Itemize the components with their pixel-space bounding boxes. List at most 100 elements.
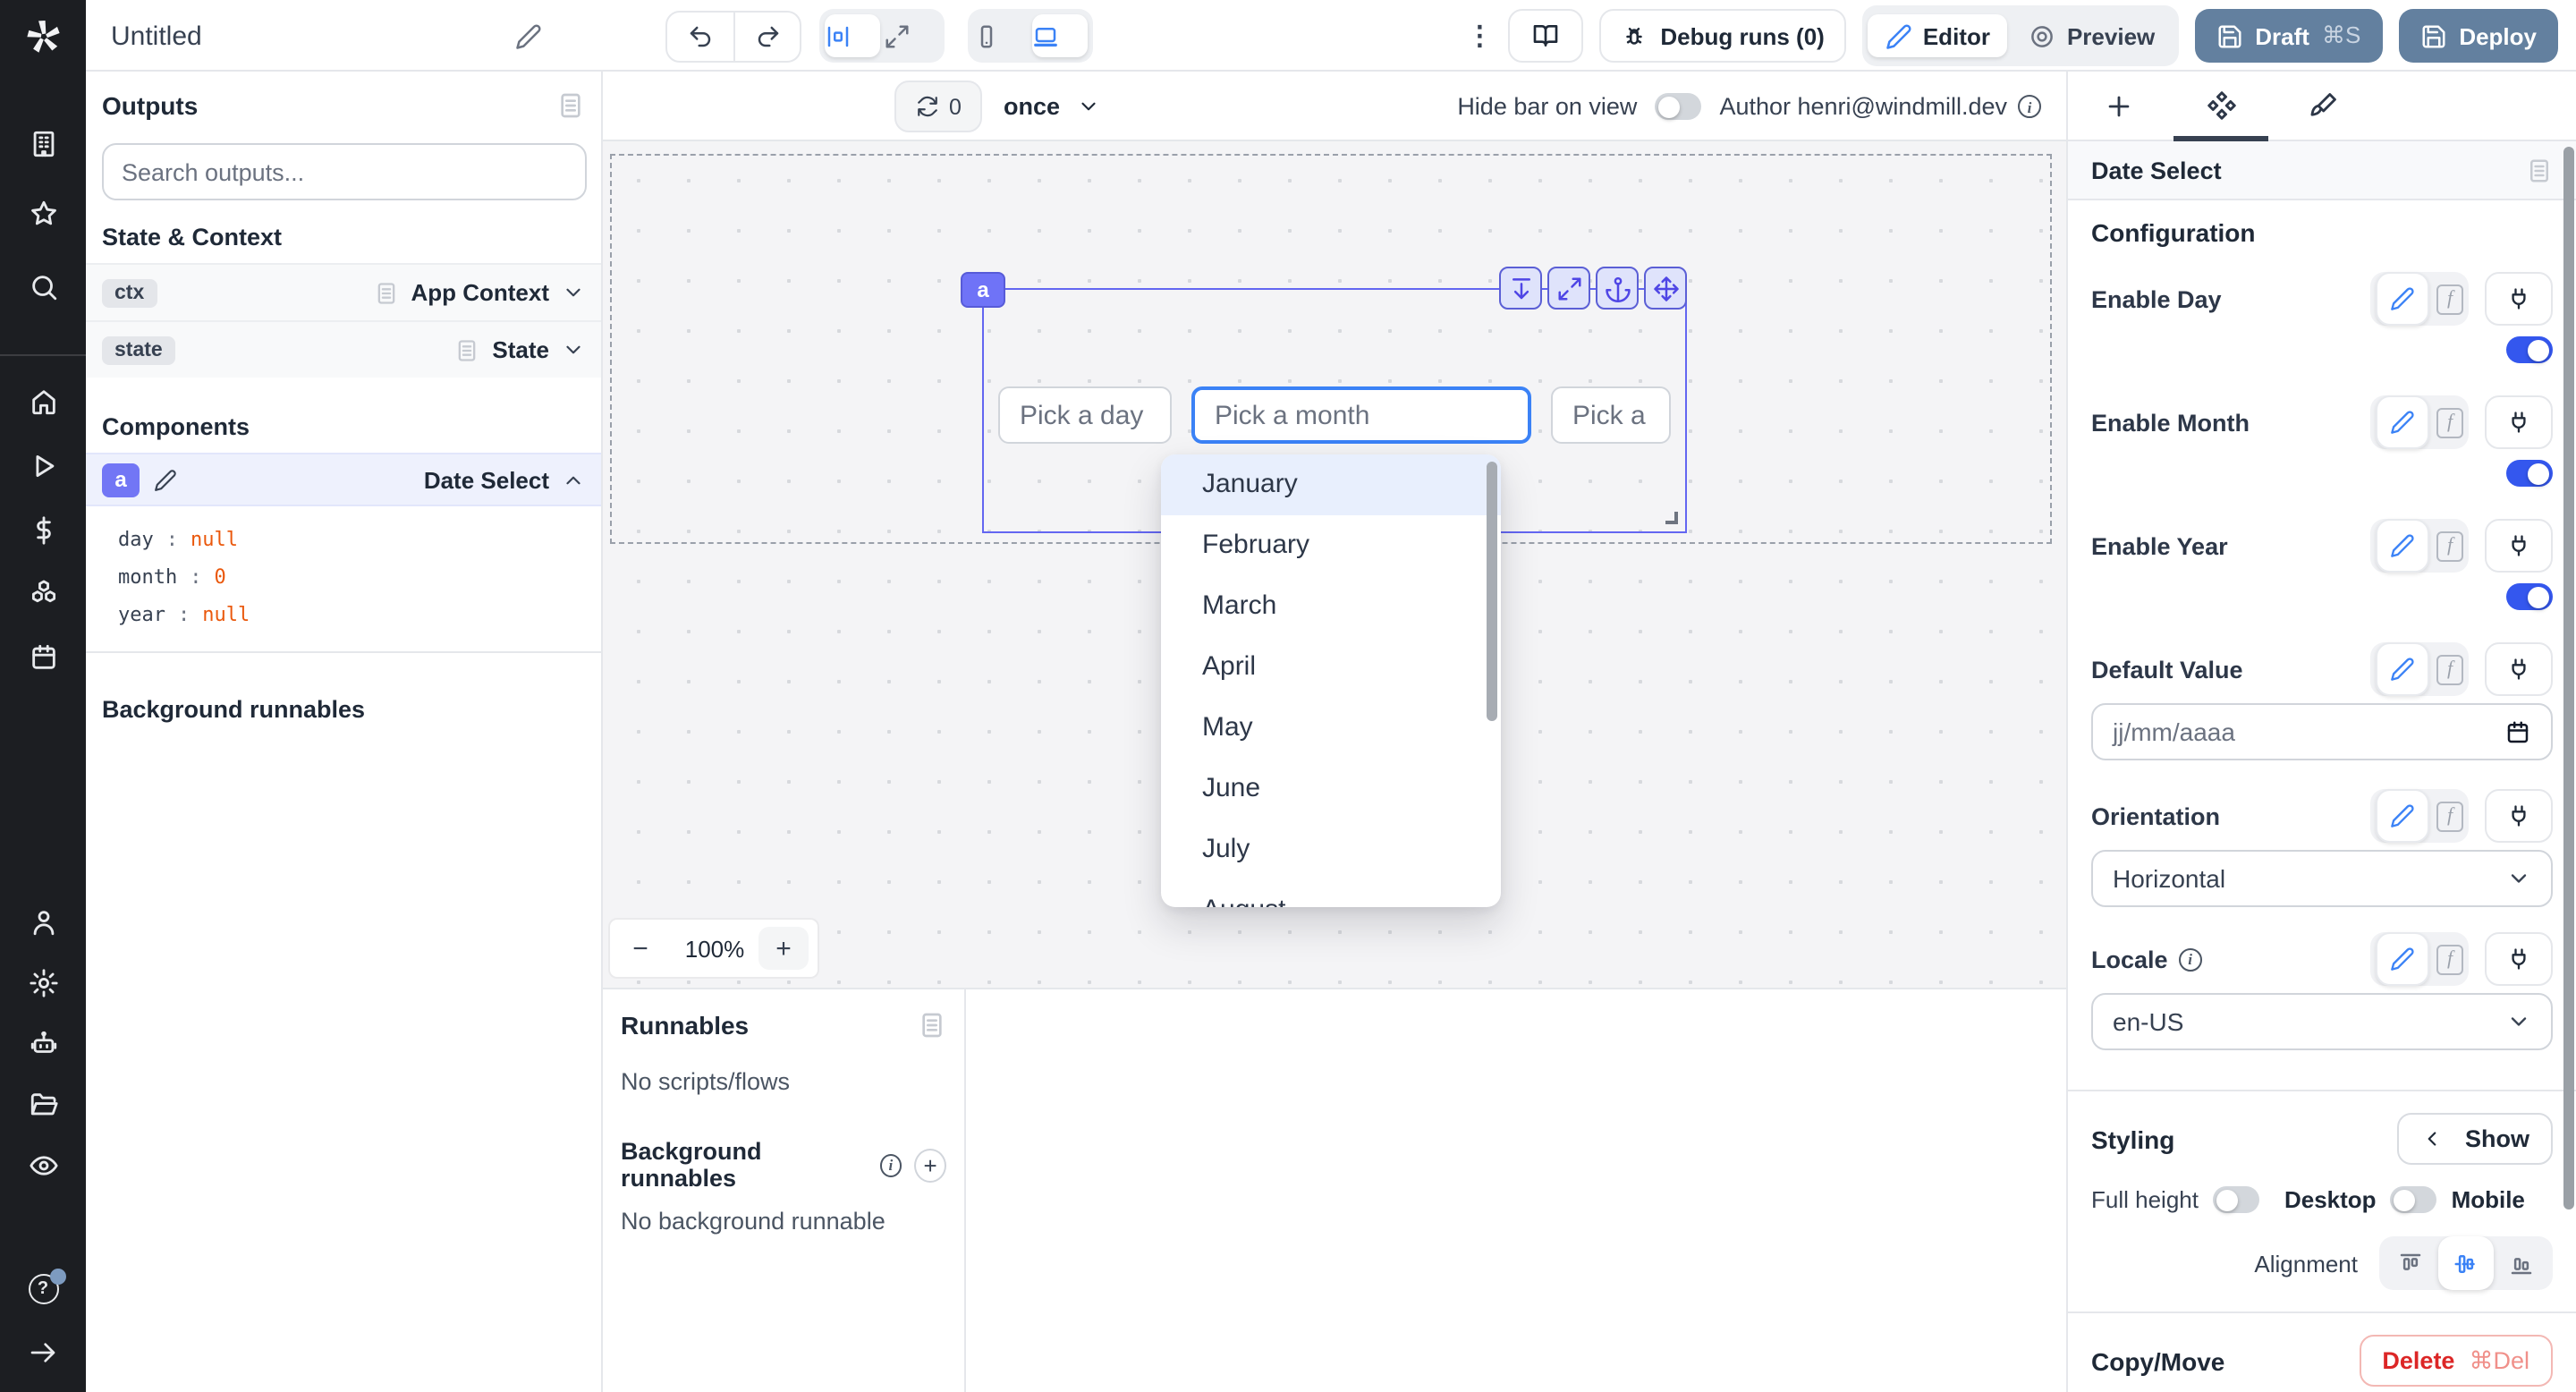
static-pencil-button[interactable] (2376, 642, 2429, 696)
full-height-toggle[interactable] (2213, 1186, 2259, 1213)
month-input[interactable] (1191, 386, 1531, 444)
folders-icon[interactable] (0, 1090, 86, 1120)
orientation-select[interactable]: Horizontal (2091, 850, 2553, 907)
kebab-menu-icon[interactable]: ⋮ (1467, 20, 1492, 52)
zoom-out-button[interactable]: − (610, 933, 671, 963)
search-outputs-input[interactable] (102, 143, 587, 200)
redo-button[interactable] (733, 12, 800, 60)
day-input[interactable] (998, 386, 1172, 444)
resources-icon[interactable] (0, 578, 86, 608)
tab-editor[interactable]: Editor (1868, 14, 2008, 57)
tab-component-settings[interactable] (2170, 72, 2272, 140)
connect-plug-button[interactable] (2485, 642, 2553, 696)
refresh-button[interactable]: 0 (894, 81, 982, 132)
add-background-runnable-button[interactable]: + (914, 1148, 946, 1182)
info-icon[interactable]: i (2018, 95, 2041, 118)
chevron-down-icon[interactable] (562, 281, 585, 304)
tab-insert-component[interactable] (2068, 72, 2170, 140)
state-doc-icon[interactable] (454, 337, 479, 362)
user-icon[interactable] (0, 907, 86, 938)
audit-eye-icon[interactable] (0, 1150, 86, 1181)
schedules-icon[interactable] (0, 642, 86, 673)
month-option[interactable]: July (1161, 819, 1501, 880)
undo-button[interactable] (667, 12, 733, 60)
zoom-in-button[interactable]: + (758, 927, 809, 970)
month-option[interactable]: August (1161, 880, 1501, 907)
connect-plug-button[interactable] (2485, 932, 2553, 986)
run-mode-select[interactable]: once (1004, 72, 1099, 141)
styling-show-button[interactable]: Show (2397, 1113, 2553, 1165)
rename-pencil-icon[interactable] (515, 22, 542, 49)
chevron-down-icon[interactable] (562, 338, 585, 361)
fullscreen-canvas-button[interactable] (884, 14, 939, 57)
desktop-view-button[interactable] (1032, 14, 1088, 57)
ctx-doc-icon[interactable] (373, 280, 398, 305)
runnables-doc-icon[interactable] (918, 1011, 946, 1040)
docs-book-button[interactable] (1508, 9, 1583, 63)
settings-gear-icon[interactable] (0, 968, 86, 998)
eval-function-button[interactable]: f (2436, 801, 2463, 831)
hide-bar-toggle[interactable] (1655, 93, 1701, 120)
draft-button[interactable]: Draft⌘S (2194, 9, 2382, 63)
static-pencil-button[interactable] (2376, 789, 2429, 843)
month-option[interactable]: March (1161, 576, 1501, 637)
eval-function-button[interactable]: f (2436, 654, 2463, 684)
month-option[interactable]: April (1161, 637, 1501, 698)
eval-function-button[interactable]: f (2436, 944, 2463, 974)
runs-icon[interactable] (0, 451, 86, 481)
chevron-up-icon[interactable] (562, 468, 585, 491)
help-icon[interactable]: ? (0, 1274, 86, 1304)
align-center-button[interactable] (2438, 1236, 2494, 1290)
info-icon[interactable]: i (2179, 947, 2202, 971)
year-input[interactable] (1551, 386, 1671, 444)
debug-runs-button[interactable]: Debug runs (0) (1599, 9, 1845, 63)
eval-function-button[interactable]: f (2436, 530, 2463, 561)
desktop-toggle[interactable] (2391, 1186, 2437, 1213)
month-option[interactable]: June (1161, 759, 1501, 819)
component-doc-icon[interactable] (2526, 157, 2553, 183)
search-icon[interactable] (0, 272, 86, 302)
month-option[interactable]: May (1161, 698, 1501, 759)
collapse-rail-icon[interactable] (0, 1338, 86, 1367)
connect-plug-button[interactable] (2485, 272, 2553, 326)
static-pencil-button[interactable] (2376, 932, 2429, 986)
dropdown-scrollbar[interactable] (1487, 462, 1497, 721)
resize-handle[interactable] (1665, 512, 1678, 524)
windmill-logo[interactable] (0, 16, 86, 57)
state-row[interactable]: state State (86, 320, 601, 378)
tab-preview[interactable]: Preview (2012, 14, 2173, 57)
outputs-doc-icon[interactable] (556, 91, 585, 120)
static-pencil-button[interactable] (2376, 395, 2429, 449)
enable-month-toggle[interactable] (2506, 460, 2553, 487)
connect-plug-button[interactable] (2485, 789, 2553, 843)
home-icon[interactable] (0, 386, 86, 417)
move-icon[interactable] (1644, 267, 1687, 310)
align-top-button[interactable] (2383, 1236, 2438, 1290)
workers-robot-icon[interactable] (0, 1029, 86, 1059)
workspace-icon[interactable] (0, 129, 86, 159)
calendar-icon[interactable] (2504, 718, 2531, 745)
static-pencil-button[interactable] (2376, 519, 2429, 573)
component-rename-pencil-icon[interactable] (154, 468, 177, 491)
ctx-row[interactable]: ctx App Context (86, 263, 601, 320)
enable-day-toggle[interactable] (2506, 336, 2553, 363)
connect-plug-button[interactable] (2485, 395, 2553, 449)
tab-styling-brush[interactable] (2272, 72, 2374, 140)
expand-down-icon[interactable] (1499, 267, 1542, 310)
default-value-date-input[interactable]: jj/mm/aaaa (2091, 703, 2553, 760)
center-canvas-button[interactable] (825, 14, 880, 57)
fullsize-icon[interactable] (1547, 267, 1590, 310)
variables-icon[interactable] (0, 515, 86, 546)
mobile-view-button[interactable] (973, 14, 1029, 57)
eval-function-button[interactable]: f (2436, 284, 2463, 314)
anchor-icon[interactable] (1596, 267, 1639, 310)
static-pencil-button[interactable] (2376, 272, 2429, 326)
info-icon[interactable]: i (880, 1153, 902, 1176)
month-option[interactable]: February (1161, 515, 1501, 576)
favorites-icon[interactable] (0, 199, 86, 229)
enable-year-toggle[interactable] (2506, 583, 2553, 610)
align-bottom-button[interactable] (2494, 1236, 2549, 1290)
connect-plug-button[interactable] (2485, 519, 2553, 573)
delete-component-button[interactable]: Delete ⌘Del (2359, 1335, 2553, 1387)
eval-function-button[interactable]: f (2436, 407, 2463, 437)
